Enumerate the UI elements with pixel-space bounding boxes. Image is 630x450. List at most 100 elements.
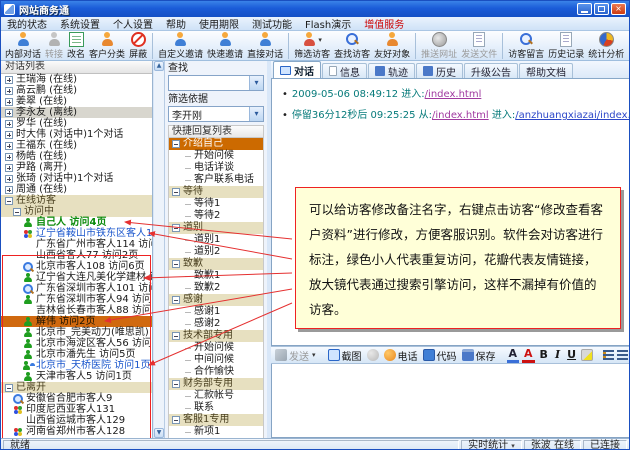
collapse-icon[interactable] [13, 208, 21, 216]
find-visitors-button[interactable]: 查找访客 [332, 32, 372, 60]
expand-icon[interactable] [5, 153, 13, 161]
quick-reply-item[interactable]: 新项1 [169, 426, 263, 438]
menu-license-period[interactable]: 使用期限 [199, 16, 239, 31]
minimize-button[interactable] [577, 3, 592, 15]
agent-row[interactable]: 姜翠 (在线) [1, 96, 152, 107]
expand-icon[interactable] [5, 120, 13, 128]
chevron-down-icon[interactable]: ▾ [249, 76, 263, 90]
underline-button[interactable]: U [565, 349, 578, 361]
quick-reply-group[interactable]: 财务部专用 [169, 378, 263, 390]
scroll-down-icon[interactable]: ▼ [154, 428, 164, 438]
quick-reply-group[interactable]: 等待 [169, 186, 263, 198]
left-visitor-row[interactable]: 安徽省合肥市客人9 [1, 393, 152, 404]
quick-reply-item[interactable]: 感谢1 [169, 306, 263, 318]
code-button[interactable]: 代码 [422, 348, 458, 363]
phone-button[interactable]: 电话 [383, 348, 419, 363]
friendly-targets-button[interactable]: 友好对象 [372, 32, 412, 60]
quick-reply-item[interactable]: 合作愉快 [169, 366, 263, 378]
agent-row[interactable]: 杨皓 (在线) [1, 151, 152, 162]
agent-row[interactable]: 尹路 (离开) [1, 162, 152, 173]
quick-reply-group-selected[interactable]: 介绍自己 [169, 138, 263, 150]
collapse-icon[interactable] [172, 260, 180, 268]
visited-page-link[interactable]: /index.html [425, 89, 482, 100]
tab-track[interactable]: 轨迹 [368, 63, 415, 78]
font-red-button[interactable]: A [522, 348, 535, 363]
agent-row-selected[interactable]: 李永友 (离线) [1, 107, 152, 118]
quick-reply-group[interactable]: 技术部专用 [169, 330, 263, 342]
visitor-row[interactable]: 广东省广州市客人114 访问1页 [1, 239, 152, 250]
expand-icon[interactable] [5, 76, 13, 84]
quick-reply-item[interactable]: 客户联系电话 [169, 174, 263, 186]
quick-reply-item[interactable]: 致歉2 [169, 282, 263, 294]
menu-value-added[interactable]: 增值服务 [364, 16, 404, 31]
filter-visitors-button[interactable]: ▾筛选访客 [292, 32, 332, 60]
realtime-stats-button[interactable]: 实时统计 ▾ [461, 440, 522, 450]
quick-reply-item[interactable]: 道别1 [169, 234, 263, 246]
push-url-button[interactable]: 推送网址 [419, 32, 459, 60]
visitor-row[interactable]: 北京市潘先生 访问5页 [1, 349, 152, 360]
quick-reply-group[interactable]: 感谢 [169, 294, 263, 306]
expand-icon[interactable] [5, 164, 13, 172]
visitor-row[interactable]: 北京市_完美动力(唯思凯) 访… [1, 327, 152, 338]
visitor-row[interactable]: 广东省深圳市客人94 访问2页 [1, 294, 152, 305]
left-visitor-row[interactable]: 印度尼西亚客人131 [1, 404, 152, 415]
quick-reply-item[interactable]: 开始问候 [169, 150, 263, 162]
expand-icon[interactable] [5, 186, 13, 194]
numbered-list-button[interactable] [603, 350, 614, 360]
tab-dialog[interactable]: 对话 [273, 61, 321, 78]
custom-invite-button[interactable]: 自定义邀请 [156, 32, 205, 60]
statistics-button[interactable]: 统计分析 [586, 32, 626, 60]
dialog-list-scrollbar[interactable]: ▲ ▼ [154, 61, 165, 438]
visitor-row[interactable]: 天津市客人5 访问1页 [1, 371, 152, 382]
history-records-button[interactable]: 历史记录 [546, 32, 586, 60]
collapse-icon[interactable] [5, 197, 13, 205]
quick-reply-group[interactable]: 道别 [169, 222, 263, 234]
rename-button[interactable]: 改名 [65, 32, 87, 60]
expand-icon[interactable] [5, 109, 13, 117]
filter-combobox[interactable]: 李开刚▾ [168, 106, 264, 122]
send-file-button[interactable]: 发送文件 [459, 32, 499, 60]
menu-system-settings[interactable]: 系统设置 [60, 16, 100, 31]
quick-reply-item[interactable]: 汇款帐号 [169, 390, 263, 402]
left-visitor-row[interactable]: 山西省运城市客人129 [1, 415, 152, 426]
quick-reply-group[interactable]: 客服1专用 [169, 414, 263, 426]
visitor-row[interactable]: 吉林省长春市客人88 访问2页 [1, 305, 152, 316]
visitor-row[interactable]: 山西省客人77 访问2页 [1, 250, 152, 261]
left-visitor-row[interactable]: 河南省郑州市客人128 [1, 426, 152, 437]
direct-chat-button[interactable]: 直接对话 [245, 32, 285, 60]
expand-icon[interactable] [5, 175, 13, 183]
expand-icon[interactable] [5, 131, 13, 139]
collapse-icon[interactable] [5, 384, 13, 392]
visitor-row[interactable]: 辽宁省鞍山市铁东区客人121… [1, 228, 152, 239]
close-button[interactable]: × [611, 3, 626, 15]
visitor-row[interactable]: 辽宁省大连凡美化学建材 访问… [1, 272, 152, 283]
quick-invite-button[interactable]: 快速邀请 [205, 32, 245, 60]
visiting-header[interactable]: 访问中 [1, 206, 152, 217]
visitor-row[interactable]: 北京市海淀区客人56 访问2页 [1, 338, 152, 349]
visitor-row[interactable]: 广东省深圳市客人101 访问12页 [1, 283, 152, 294]
quick-reply-group[interactable]: 致歉 [169, 258, 263, 270]
tab-upgrade-notice[interactable]: 升级公告 [464, 63, 518, 78]
quick-reply-item[interactable]: 联系 [169, 402, 263, 414]
agent-row[interactable]: 王福东 (在线) [1, 140, 152, 151]
quick-reply-item[interactable]: 开始问候 [169, 342, 263, 354]
highlighter-button[interactable] [581, 349, 593, 361]
scroll-up-icon[interactable]: ▲ [154, 61, 164, 71]
visitor-row-selected[interactable]: 解伟 访问2页 [1, 316, 152, 327]
block-button[interactable]: 屏蔽 [127, 32, 149, 60]
quick-reply-item[interactable]: 电话详谈 [169, 162, 263, 174]
tab-history[interactable]: 历史 [416, 63, 463, 78]
font-color-button[interactable]: A [507, 348, 520, 363]
save-button[interactable]: 保存 [461, 348, 497, 363]
visited-page-link[interactable]: /index.html [432, 110, 489, 121]
agent-row[interactable]: 高云鹏 (在线) [1, 85, 152, 96]
agent-row[interactable]: 周通 (在线) [1, 184, 152, 195]
collapse-icon[interactable] [172, 188, 180, 196]
page-link[interactable]: /anzhuangxiazai/index.html [515, 110, 630, 121]
collapse-icon[interactable] [172, 332, 180, 340]
menu-my-status[interactable]: 我的状态 [7, 16, 47, 31]
agent-row[interactable]: 张琦 (对话中)1个对话 [1, 173, 152, 184]
visitor-row[interactable]: 北京市_天桥医院 访问1页 [1, 360, 152, 371]
quick-reply-item[interactable]: 中间问候 [169, 354, 263, 366]
tab-help-docs[interactable]: 帮助文档 [519, 63, 573, 78]
